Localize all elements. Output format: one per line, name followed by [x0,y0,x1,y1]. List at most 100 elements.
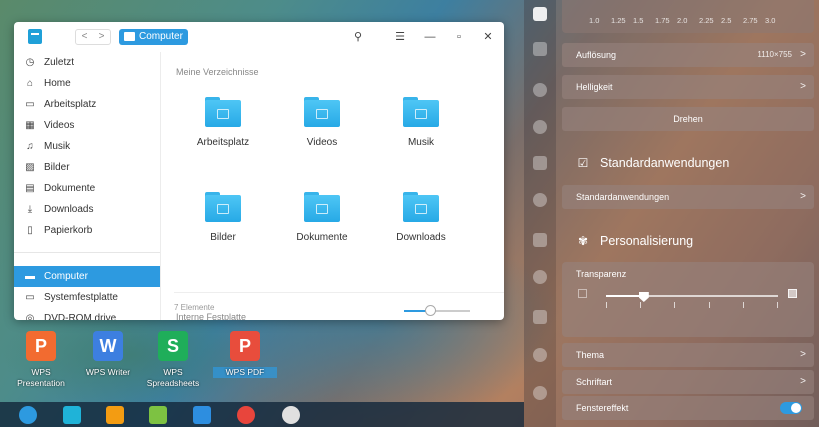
desktop-icon-wps-spreadsheets[interactable]: S WPS Spreadsheets [141,331,205,401]
scale-option[interactable]: 1.25 [611,16,626,25]
status-bar: 7 Elemente [174,303,215,312]
window-effect-row: Fenstereffekt [562,396,814,420]
folder-body [205,195,241,222]
folder-icon [205,97,241,127]
sidebar-item-musik[interactable]: ♫ Musik [14,136,160,157]
scale-option[interactable]: 1.0 [589,16,599,25]
file-manager-app-icon [28,29,42,44]
chevron-right-icon: > [800,81,806,92]
slider-tick [606,302,607,308]
video-icon: ▦ [25,119,35,131]
default-apps-icon[interactable] [533,42,547,56]
sidebar-item-downloads[interactable]: ⤓ Downloads [14,199,160,220]
sound-icon[interactable] [533,156,547,170]
info-icon[interactable] [533,386,547,400]
menu-button[interactable]: ☰ [392,29,408,45]
sidebar-item-zuletzt[interactable]: ◷ Zuletzt [14,52,160,73]
font-row[interactable]: Schriftart > [562,370,814,394]
update-icon[interactable] [533,348,547,362]
sidebar-item-papierkorb[interactable]: ▯ Papierkorb [14,220,160,241]
forward-button[interactable]: > [93,30,110,44]
transparency-low-icon [578,289,587,298]
network-icon[interactable] [533,120,547,134]
display-icon[interactable] [533,7,547,21]
scale-option[interactable]: 2.75 [743,16,758,25]
folder-dokumente[interactable]: Dokumente [280,192,360,272]
theme-row[interactable]: Thema > [562,343,814,367]
computer-icon: ▬ [25,270,35,282]
font-label: Schriftart [576,377,613,387]
window-effect-toggle[interactable] [780,402,802,414]
sidebar-item-systemfestplatte[interactable]: ▭ Systemfestplatte [14,287,160,308]
video-player-icon[interactable] [193,406,211,424]
personalization-icon[interactable] [533,83,547,97]
sidebar-item-arbeitsplatz[interactable]: ▭ Arbeitsplatz [14,94,160,115]
scale-selector[interactable]: 1.0 1.25 1.5 1.75 2.0 2.25 2.5 2.75 3.0 [562,0,814,33]
default-apps-row[interactable]: Standardanwendungen > [562,185,814,209]
music-icon: ♫ [26,140,34,152]
power-icon[interactable] [533,233,547,247]
chrome-icon[interactable] [237,406,255,424]
sidebar-item-videos[interactable]: ▦ Videos [14,115,160,136]
rotate-button[interactable]: Drehen [562,107,814,131]
folder-label: Videos [306,137,338,148]
sidebar-item-label: Bilder [44,162,70,173]
desktop-icon-label: WPS Presentation [17,367,65,388]
default-apps-row-label: Standardanwendungen [576,192,670,202]
store-icon[interactable] [106,406,124,424]
search-button[interactable]: ⚲ [350,29,366,45]
scale-option[interactable]: 3.0 [765,16,775,25]
scale-option[interactable]: 2.25 [699,16,714,25]
transparency-slider[interactable] [606,292,778,308]
folder-downloads[interactable]: Downloads [379,192,459,272]
sidebar: ◷ Zuletzt ⌂ Home ▭ Arbeitsplatz ▦ Videos ♫ Musik ▨… [14,52,160,320]
folder-label: Musik [407,137,435,148]
scale-option[interactable]: 2.5 [721,16,731,25]
slider-tick [640,302,641,308]
desktop-icon-wps-pdf[interactable]: P WPS PDF [213,331,277,401]
transparency-slider-handle[interactable] [638,292,649,302]
back-button[interactable]: < [76,30,93,44]
folder-bilder[interactable]: Bilder [181,192,261,272]
folder-label: Downloads [396,232,446,243]
mouse-icon[interactable] [533,270,547,284]
chevron-right-icon: > [800,349,806,360]
settings-icon[interactable] [282,406,300,424]
sidebar-item-home[interactable]: ⌂ Home [14,73,160,94]
personalization-header: ✾ Personalisierung [576,234,693,248]
keyboard-icon[interactable] [533,310,547,324]
sidebar-item-label: Musik [44,141,71,152]
resolution-row[interactable]: Auflösung 1110×755 > [562,43,814,67]
breadcrumb[interactable]: Computer [119,29,188,45]
app-tile-icon: P [230,331,260,361]
scale-option[interactable]: 1.5 [633,16,643,25]
desktop-icon [217,109,229,119]
slider-tick [709,302,710,308]
resolution-label: Auflösung [576,50,617,60]
folder-videos[interactable]: Videos [280,97,360,177]
sidebar-item-dvd-rom-drive[interactable]: ◎ DVD-ROM drive [14,308,160,321]
sidebar-item-label: Computer [44,271,88,282]
folder-arbeitsplatz[interactable]: Arbeitsplatz [181,97,261,177]
slider-tick [674,302,675,308]
desktop-icon-wps-presentation[interactable]: P WPS Presentation [9,331,73,401]
file-manager-icon[interactable] [63,406,81,424]
desktop-icon-wps-writer[interactable]: W WPS Writer [76,331,140,401]
folder-musik[interactable]: Musik [379,97,459,177]
maximize-button[interactable]: ▫ [451,29,467,45]
brightness-label: Helligkeit [576,82,613,92]
sidebar-item-dokumente[interactable]: ▤ Dokumente [14,178,160,199]
launcher-icon[interactable] [19,406,37,424]
image-viewer-icon[interactable] [149,406,167,424]
brightness-row[interactable]: Helligkeit > [562,75,814,99]
sidebar-item-computer[interactable]: ▬ Computer [14,266,160,287]
scale-option[interactable]: 1.75 [655,16,670,25]
transparency-slider-fill [606,295,644,297]
sidebar-item-bilder[interactable]: ▨ Bilder [14,157,160,178]
folder-body [403,195,439,222]
zoom-slider[interactable] [404,305,470,316]
close-button[interactable]: ✕ [480,29,496,45]
minimize-button[interactable]: — [422,29,438,45]
time-icon[interactable] [533,193,547,207]
scale-option[interactable]: 2.0 [677,16,687,25]
